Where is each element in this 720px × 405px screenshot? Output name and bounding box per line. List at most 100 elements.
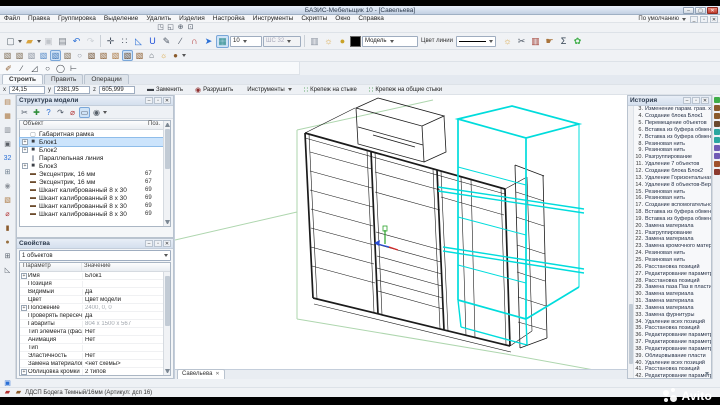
menu-item[interactable]: Скрипты [297,15,331,23]
material-swatch-7[interactable] [714,145,720,151]
property-row[interactable]: Цвет Цвет модели [20,296,163,304]
joint-fastener-button[interactable]: ∷ Крепеж на стыке [301,86,360,94]
expander-icon[interactable] [21,345,27,351]
history-item[interactable]: 35. Расстановка позиций [634,325,711,332]
menu-item[interactable]: Инструменты [249,15,298,23]
ball-icon[interactable]: ● [2,237,13,248]
insert-block-icon[interactable]: ▧ [38,50,49,61]
history-item[interactable]: 7. Вставка из буфера обмена [634,133,711,140]
fasteners-icon[interactable]: ✛ [104,35,117,48]
scroll-up-icon[interactable] [165,123,170,127]
circle-icon[interactable]: ○ [42,63,53,74]
model-select[interactable]: Модель [362,36,418,47]
property-row[interactable]: Тип [20,344,163,352]
materials-icon[interactable]: ▤ [2,97,13,108]
history-item[interactable]: 6. Вставка из буфера обмена [634,127,711,134]
replace-button[interactable]: ▬ Заменить [144,86,186,93]
ellipse-icon[interactable]: ◯ [55,63,66,74]
mode-tab[interactable]: Строить [2,74,43,84]
layers-folder-icon[interactable]: ▥ [308,35,321,48]
history-item[interactable]: 3. Изменение парам. грав. ходов [634,106,711,113]
column-header-param[interactable]: Параметр [20,263,82,271]
table-row[interactable]: ▬ Шкант калиброванный 8 х 30 69 [20,210,163,218]
expander-icon[interactable]: + [22,163,28,169]
property-row[interactable]: + Положение 2400, 0, 0 [20,304,163,312]
z-input[interactable]: 605,999 [99,86,135,94]
table-row[interactable]: + ■ Блок1 [20,138,163,146]
history-item[interactable]: 20. Замена материала [634,222,711,229]
property-row[interactable]: Габариты 804 x 1500 x 567 [20,320,163,328]
history-item[interactable]: 39. Облицовывание пласти [634,352,711,359]
visibility-bulb-icon[interactable]: ☼ [322,35,335,48]
furniture-icon[interactable]: ▣ [2,139,13,150]
panel-maximize-button[interactable]: ▫ [154,97,162,104]
expander-icon[interactable] [21,297,27,303]
model-viewport[interactable]: Савельева ✕ [174,95,627,379]
history-item[interactable]: 40. Удаление всех позиций [634,359,711,366]
history-item[interactable]: 18. Вставка из буфера обмена [634,209,711,216]
history-item[interactable]: 15. Резиновая нить [634,188,711,195]
expander-icon[interactable]: + [21,273,27,279]
y-input[interactable]: 2381,95 [54,86,90,94]
history-item[interactable]: 10. Разгруппирование [634,154,711,161]
redo-icon[interactable]: ↷ [84,35,97,48]
expander-icon[interactable] [22,203,28,209]
material-sphere-icon[interactable]: ● [170,50,181,61]
history-item[interactable]: 36. Редактирование параметров [634,332,711,339]
grid-icon[interactable]: ⊞ [2,251,13,262]
zoom-window-icon[interactable]: ◳ [156,23,165,32]
history-item[interactable]: 11. Удаление 7 объектов [634,161,711,168]
chevron-down-icon[interactable] [37,40,41,43]
scroll-down-icon[interactable] [705,372,709,376]
triangle-icon[interactable]: ◿ [29,63,40,74]
structure-panel-header[interactable]: Структура модели – ▫ ✕ [17,96,173,106]
table-row[interactable]: + ■ Блок2 [20,146,163,154]
lamp-icon[interactable]: ☼ [501,35,514,48]
line-style-select[interactable] [456,36,496,47]
panel-block-icon-2[interactable]: ▧ [98,50,109,61]
print-icon[interactable]: ▤ [56,35,69,48]
panel-maximize-button[interactable]: ▫ [154,240,162,247]
expander-icon[interactable] [21,313,27,319]
pan-icon[interactable]: ⊡ [186,23,195,32]
menu-item[interactable]: Окно [331,15,354,23]
add-icon[interactable]: ✚ [31,107,42,118]
history-item[interactable]: 41. Расстановка позиций [634,366,711,373]
property-row[interactable]: Видимый Да [20,288,163,296]
history-item[interactable]: 16. Резиновая нить [634,195,711,202]
panel-minimize-button[interactable]: – [145,97,153,104]
dimension-icon[interactable]: ⊢ [68,63,79,74]
menu-item[interactable]: Правка [24,15,54,23]
history-item[interactable]: 23. Замена кромочного материала [634,243,711,250]
expander-icon[interactable] [22,211,28,217]
maximize-button[interactable]: ▢ [695,7,706,14]
property-row[interactable]: + Имя Блок1 [20,272,163,280]
scroll-thumb[interactable] [165,129,170,169]
selected-cabinet-wireframe[interactable] [438,106,584,345]
properties-scrollbar[interactable] [163,272,170,375]
history-item[interactable]: 34. Удаление всех позиций [634,318,711,325]
frame-mode-icon[interactable]: ▭ [79,107,90,118]
sphere-icon[interactable]: ◉ [2,181,13,192]
history-item[interactable]: 27. Редактирование параметров [634,270,711,277]
panel-maximize-button[interactable]: ▫ [692,97,700,104]
panel-close-button[interactable]: ✕ [163,97,171,104]
block-structure-icon[interactable]: ▧ [50,50,61,61]
line-color-swatch[interactable] [350,36,361,47]
panel-block-icon-1[interactable]: ▧ [86,50,97,61]
zoom-all-icon[interactable]: ◱ [166,23,175,32]
table-row[interactable]: ▢ Габаритная рамка [20,130,163,138]
property-row[interactable]: + Облицовка кромки 2 типов [20,368,163,376]
document-tab[interactable]: Савельева ✕ [177,369,225,379]
expander-icon[interactable] [22,187,28,193]
cut-icon[interactable]: ✂ [19,107,30,118]
expander-icon[interactable] [22,195,28,201]
close-button[interactable]: ✕ [707,7,718,14]
menu-item[interactable]: Файл [0,15,24,23]
history-item[interactable]: 38. Редактирование параметров [634,346,711,353]
magnet-icon[interactable]: ∩ [188,35,201,48]
table-row[interactable]: + ■ Блок3 [20,162,163,170]
text-underline-icon[interactable]: U [146,35,159,48]
table-row[interactable]: ∥ Параллельная линия [20,154,163,162]
zoom-in-icon[interactable]: ⊕ [176,23,185,32]
